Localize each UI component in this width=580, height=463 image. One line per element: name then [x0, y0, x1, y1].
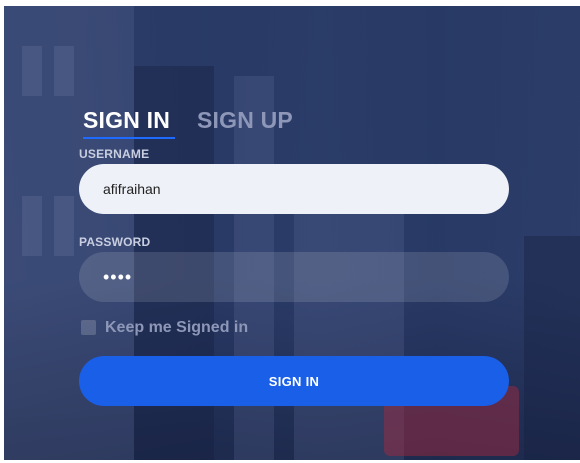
- page-background: SIGN IN SIGN UP USERNAME PASSWORD Keep m…: [0, 0, 580, 463]
- active-tab-underline: [83, 137, 175, 139]
- sign-in-button[interactable]: SIGN IN: [79, 356, 509, 406]
- tab-sign-in[interactable]: SIGN IN: [83, 107, 170, 134]
- background-window: [54, 46, 74, 96]
- keep-signed-in-checkbox[interactable]: [81, 320, 96, 335]
- password-label: PASSWORD: [79, 235, 151, 249]
- background-window: [54, 196, 74, 256]
- background-window: [22, 46, 42, 96]
- keep-signed-in-label: Keep me Signed in: [105, 319, 249, 336]
- password-input[interactable]: [79, 252, 509, 302]
- username-input[interactable]: [79, 164, 509, 214]
- username-label: USERNAME: [79, 147, 150, 161]
- tab-sign-up[interactable]: SIGN UP: [197, 107, 293, 134]
- background-building-right: [524, 236, 580, 460]
- background-window: [22, 196, 42, 256]
